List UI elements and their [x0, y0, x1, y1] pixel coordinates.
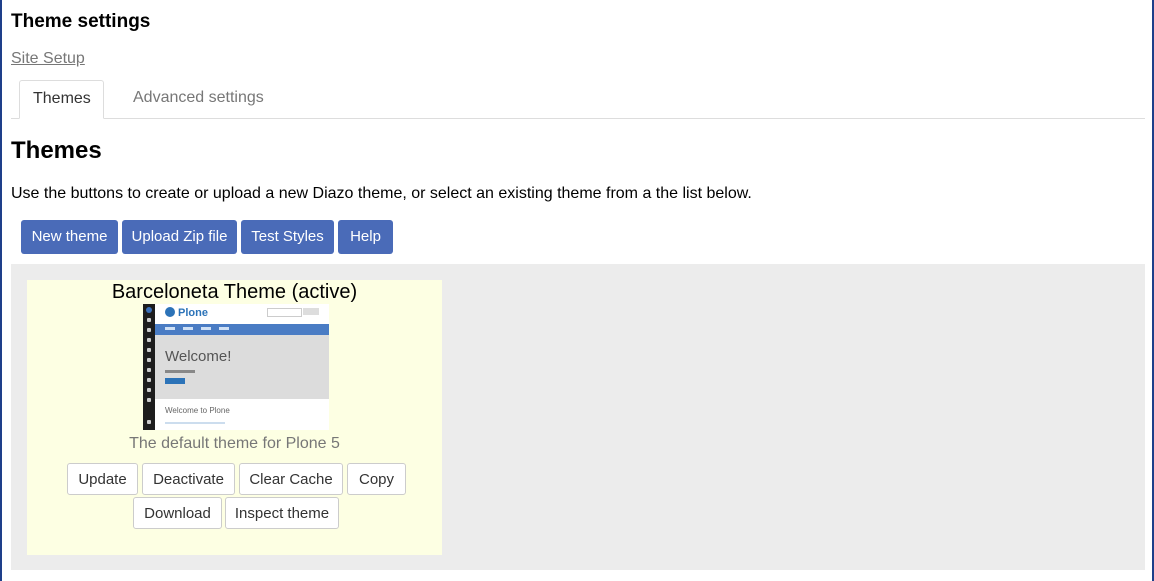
- tab-advanced-settings[interactable]: Advanced settings: [120, 80, 277, 117]
- help-button[interactable]: Help: [338, 220, 393, 254]
- preview-footer-text: Welcome to Plone: [165, 406, 230, 415]
- inspect-theme-button[interactable]: Inspect theme: [225, 497, 339, 529]
- intro-text: Use the buttons to create or upload a ne…: [11, 185, 752, 202]
- page-header-title: Theme settings: [11, 11, 151, 32]
- download-button[interactable]: Download: [133, 497, 222, 529]
- tab-themes[interactable]: Themes: [19, 80, 104, 119]
- themes-list: Barceloneta Theme (active) Plone Welcome…: [11, 264, 1145, 570]
- settings-tabs: Themes Advanced settings: [11, 80, 1145, 119]
- preview-search-box: [267, 308, 302, 317]
- preview-navbar: [155, 324, 329, 335]
- preview-toolbar: [143, 304, 155, 430]
- theme-description: The default theme for Plone 5: [129, 435, 340, 452]
- theme-preview-image: Plone Welcome! Welcome to Plone: [143, 304, 329, 430]
- new-theme-button[interactable]: New theme: [21, 220, 118, 254]
- copy-button[interactable]: Copy: [347, 463, 406, 495]
- plone-logo-icon: [165, 307, 175, 317]
- preview-search-button: [303, 308, 319, 315]
- preview-logo-text: Plone: [178, 307, 208, 319]
- page-title: Themes: [11, 137, 102, 164]
- clear-cache-button[interactable]: Clear Cache: [239, 463, 343, 495]
- preview-hero: Welcome!: [155, 335, 329, 399]
- update-button[interactable]: Update: [67, 463, 138, 495]
- breadcrumb-site-setup[interactable]: Site Setup: [11, 50, 85, 68]
- preview-welcome-text: Welcome!: [165, 348, 232, 365]
- upload-zip-button[interactable]: Upload Zip file: [122, 220, 237, 254]
- test-styles-button[interactable]: Test Styles: [241, 220, 334, 254]
- theme-title: Barceloneta Theme (active): [111, 281, 358, 303]
- theme-card-barceloneta: Barceloneta Theme (active) Plone Welcome…: [27, 280, 442, 555]
- deactivate-button[interactable]: Deactivate: [142, 463, 235, 495]
